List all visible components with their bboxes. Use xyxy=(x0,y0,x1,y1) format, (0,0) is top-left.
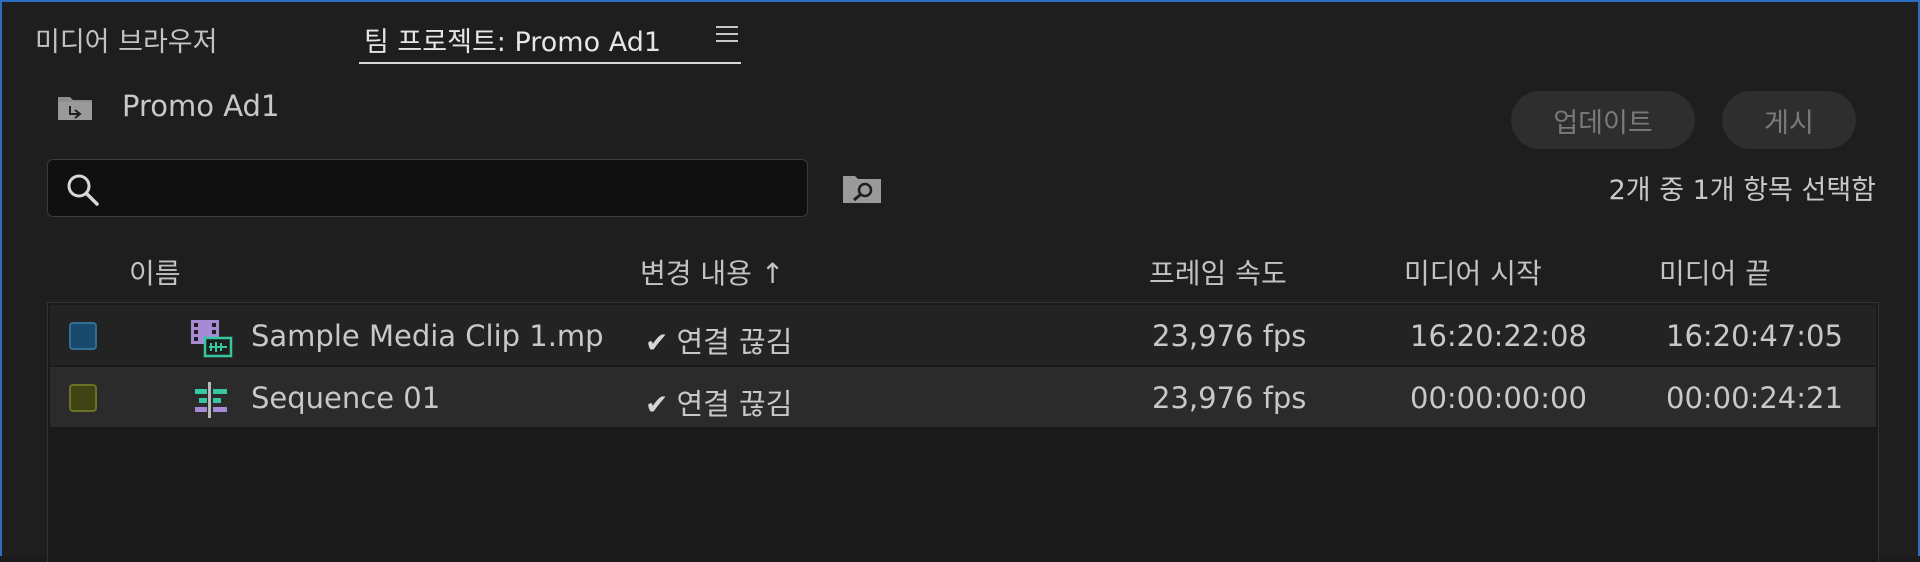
table-row[interactable]: Sequence 01 ✔ 연결 끊김 23,976 fps 00:00:00:0… xyxy=(50,367,1876,427)
item-change-status: ✔ 연결 끊김 xyxy=(645,381,792,423)
find-folder-icon[interactable] xyxy=(842,174,882,204)
update-button[interactable]: 업데이트 xyxy=(1511,91,1695,149)
column-header-media-end[interactable]: 미디어 끝 xyxy=(1659,252,1771,292)
sequence-icon xyxy=(195,382,227,418)
panel-menu-icon[interactable] xyxy=(716,26,738,44)
item-media-start: 16:20:22:08 xyxy=(1410,319,1587,353)
change-text: 연결 끊김 xyxy=(676,325,793,359)
label-color-swatch[interactable] xyxy=(69,384,97,412)
checkmark-icon: ✔ xyxy=(645,326,669,359)
search-icon xyxy=(67,174,99,206)
table-row[interactable]: Sample Media Clip 1.mp ✔ 연결 끊김 23,976 fps… xyxy=(50,305,1876,365)
tab-team-project[interactable]: 팀 프로젝트: Promo Ad1 xyxy=(364,20,661,59)
checkmark-icon: ✔ xyxy=(645,388,669,421)
film-clip-icon xyxy=(191,320,233,358)
search-input[interactable] xyxy=(110,168,794,210)
item-change-status: ✔ 연결 끊김 xyxy=(645,319,792,361)
active-tab-indicator xyxy=(359,62,741,64)
item-frame-rate: 23,976 fps xyxy=(1152,381,1307,415)
item-media-end: 16:20:47:05 xyxy=(1666,319,1843,353)
search-field[interactable] xyxy=(47,159,808,217)
item-media-end: 00:00:24:21 xyxy=(1666,381,1843,415)
label-color-swatch[interactable] xyxy=(69,322,97,350)
change-text: 연결 끊김 xyxy=(676,387,793,421)
project-items-table: Sample Media Clip 1.mp ✔ 연결 끊김 23,976 fps… xyxy=(47,302,1879,562)
publish-button[interactable]: 게시 xyxy=(1722,91,1856,149)
item-media-start: 00:00:00:00 xyxy=(1410,381,1587,415)
team-projects-panel: 미디어 브라우저 팀 프로젝트: Promo Ad1 Promo Ad1 업데이… xyxy=(0,0,1920,562)
project-title: Promo Ad1 xyxy=(122,89,280,123)
selection-count: 2개 중 1개 항목 선택함 xyxy=(1608,175,1876,206)
item-name: Sample Media Clip 1.mp xyxy=(251,319,604,353)
tab-media-browser[interactable]: 미디어 브라우저 xyxy=(35,20,217,59)
parent-folder-icon[interactable] xyxy=(56,94,94,122)
item-name: Sequence 01 xyxy=(251,381,441,415)
item-frame-rate: 23,976 fps xyxy=(1152,319,1307,353)
column-header-name[interactable]: 이름 xyxy=(129,252,181,292)
column-header-media-start[interactable]: 미디어 시작 xyxy=(1404,252,1542,292)
column-header-change[interactable]: 변경 내용 ↑ xyxy=(640,252,784,292)
column-header-frame-rate[interactable]: 프레임 속도 xyxy=(1149,252,1287,292)
